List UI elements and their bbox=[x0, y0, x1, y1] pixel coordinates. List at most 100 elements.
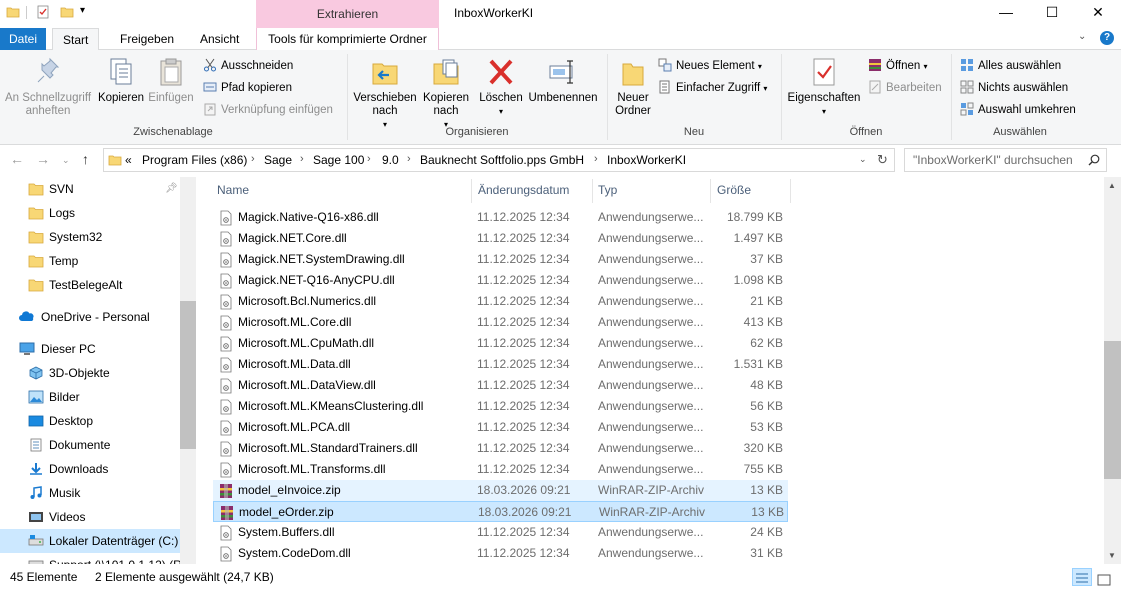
file-row[interactable]: System.CodeDom.dll 11.12.2025 12:34 Anwend… bbox=[213, 543, 788, 564]
address-dropdown-icon[interactable]: ⌄ bbox=[859, 154, 867, 165]
properties-button[interactable]: Eigenschaften ▾ bbox=[784, 56, 864, 118]
file-row[interactable]: Microsoft.ML.Data.dll 11.12.2025 12:34 Anw… bbox=[213, 354, 788, 375]
column-header-name[interactable]: Name bbox=[212, 177, 470, 203]
file-row[interactable]: Microsoft.ML.StandardTrainers.dll 11.12.2… bbox=[213, 438, 788, 459]
properties-icon[interactable] bbox=[36, 5, 50, 19]
file-row[interactable]: Magick.NET.Core.dll 11.12.2025 12:34 Anwen… bbox=[213, 228, 788, 249]
pin-icon[interactable]: 📌︎ bbox=[165, 177, 178, 201]
easy-access-button[interactable]: Einfacher Zugriff ▾ bbox=[658, 78, 767, 98]
divider[interactable] bbox=[471, 179, 472, 203]
copy-button[interactable]: Kopieren bbox=[96, 56, 146, 105]
search-box[interactable] bbox=[904, 148, 1107, 172]
scroll-down-icon[interactable]: ▼ bbox=[1108, 551, 1116, 560]
move-to-button[interactable]: Verschieben nach ▾ bbox=[352, 56, 418, 131]
back-arrow-icon[interactable]: ← bbox=[10, 151, 24, 167]
file-list-scroll-thumb[interactable] bbox=[1104, 341, 1121, 479]
nav-item-support-drive[interactable]: Support (\\101.0.1.12) (R:) bbox=[0, 553, 189, 564]
nav-item-videos[interactable]: Videos bbox=[0, 505, 180, 529]
file-row[interactable]: Magick.NET-Q16-AnyCPU.dll 11.12.2025 12:3… bbox=[213, 270, 788, 291]
cut-button[interactable]: Ausschneiden bbox=[203, 56, 293, 76]
nav-item-dokumente[interactable]: Dokumente bbox=[0, 433, 180, 457]
nav-item-svn[interactable]: SVN 📌︎ bbox=[0, 177, 180, 201]
address-overflow[interactable]: « bbox=[125, 153, 132, 167]
chevron-right-icon[interactable]: › bbox=[300, 153, 304, 165]
file-row[interactable]: model_eInvoice.zip 18.03.2026 09:21 WinRAR… bbox=[213, 480, 788, 501]
pin-quick-access-button[interactable]: An Schnellzugriff anheften bbox=[2, 56, 94, 118]
search-icon[interactable] bbox=[1088, 154, 1100, 166]
help-icon[interactable]: ? bbox=[1100, 31, 1114, 45]
close-button[interactable]: ✕ bbox=[1075, 0, 1121, 26]
crumb-9-0[interactable]: 9.0 bbox=[382, 153, 399, 167]
nav-item-bilder[interactable]: Bilder bbox=[0, 385, 180, 409]
copy-path-button[interactable]: Pfad kopieren bbox=[203, 78, 292, 98]
new-folder-icon[interactable] bbox=[60, 5, 74, 19]
nav-scrollbar[interactable] bbox=[180, 177, 196, 564]
tab-tools-compressed[interactable]: Tools für komprimierte Ordner bbox=[256, 28, 439, 50]
details-view-icon[interactable] bbox=[1072, 568, 1092, 586]
file-row[interactable]: Microsoft.Bcl.Numerics.dll 11.12.2025 12:… bbox=[213, 291, 788, 312]
tab-ansicht[interactable]: Ansicht bbox=[190, 28, 249, 50]
forward-arrow-icon[interactable]: → bbox=[36, 151, 50, 167]
file-row[interactable]: Microsoft.ML.Core.dll 11.12.2025 12:34 Anw… bbox=[213, 312, 788, 333]
nav-scroll-thumb[interactable] bbox=[180, 301, 196, 449]
column-header-type[interactable]: Typ bbox=[593, 177, 709, 203]
minimize-button[interactable]: — bbox=[983, 0, 1029, 26]
nav-item-downloads[interactable]: Downloads bbox=[0, 457, 180, 481]
chevron-right-icon[interactable]: › bbox=[407, 153, 411, 165]
search-input[interactable] bbox=[905, 149, 1083, 171]
maximize-button[interactable]: ☐ bbox=[1029, 0, 1075, 26]
nav-item-desktop[interactable]: Desktop bbox=[0, 409, 180, 433]
file-row[interactable]: Microsoft.ML.KMeansClustering.dll 11.12.2… bbox=[213, 396, 788, 417]
select-none-button[interactable]: Nichts auswählen bbox=[960, 78, 1068, 98]
file-list-scrollbar[interactable]: ▲ ▼ bbox=[1104, 177, 1121, 564]
up-arrow-icon[interactable]: ↑ bbox=[82, 151, 89, 167]
qat-customize-icon[interactable]: ▾ bbox=[80, 5, 85, 16]
file-row[interactable]: Magick.NET.SystemDrawing.dll 11.12.2025 1… bbox=[213, 249, 788, 270]
collapse-ribbon-icon[interactable]: ⌄ bbox=[1078, 31, 1086, 42]
crumb-bauknecht[interactable]: Bauknecht Softfolio.pps GmbH bbox=[420, 153, 584, 167]
invert-selection-button[interactable]: Auswahl umkehren bbox=[960, 100, 1076, 120]
select-all-button[interactable]: Alles auswählen bbox=[960, 56, 1061, 76]
file-row[interactable]: Microsoft.ML.PCA.dll 11.12.2025 12:34 Anwe… bbox=[213, 417, 788, 438]
edit-button[interactable]: Bearbeiten bbox=[868, 78, 942, 98]
nav-item-onedrive[interactable]: OneDrive - Personal bbox=[0, 305, 180, 329]
nav-item-logs[interactable]: Logs bbox=[0, 201, 180, 225]
crumb-sage-100[interactable]: Sage 100 bbox=[313, 153, 364, 167]
file-row[interactable]: System.Buffers.dll 11.12.2025 12:34 Anwend… bbox=[213, 522, 788, 543]
file-row[interactable]: Magick.Native-Q16-x86.dll 11.12.2025 12:3… bbox=[213, 207, 788, 228]
tab-start[interactable]: Start bbox=[52, 28, 100, 51]
address-bar[interactable]: « Program Files (x86) › Sage › Sage 100 … bbox=[103, 148, 895, 172]
chevron-right-icon[interactable]: › bbox=[367, 153, 371, 165]
nav-item-dieser-pc[interactable]: Dieser PC bbox=[0, 337, 180, 361]
crumb-program-files[interactable]: Program Files (x86) bbox=[142, 153, 247, 167]
chevron-right-icon[interactable]: › bbox=[251, 153, 255, 165]
large-icons-view-icon[interactable] bbox=[1097, 570, 1111, 586]
nav-item-temp[interactable]: Temp bbox=[0, 249, 180, 273]
rename-button[interactable]: Umbenennen bbox=[526, 56, 600, 105]
tab-freigeben[interactable]: Freigeben bbox=[110, 28, 184, 50]
crumb-inboxworkerki[interactable]: InboxWorkerKI bbox=[607, 153, 686, 167]
chevron-right-icon[interactable]: › bbox=[594, 153, 598, 165]
scroll-up-icon[interactable]: ▲ bbox=[1108, 181, 1116, 190]
nav-item-testbelegealt[interactable]: TestBelegeAlt bbox=[0, 273, 180, 297]
tab-datei[interactable]: Datei bbox=[0, 28, 46, 50]
paste-shortcut-button[interactable]: Verknüpfung einfügen bbox=[203, 100, 333, 120]
divider[interactable] bbox=[710, 179, 711, 203]
nav-item-3d-objekte[interactable]: 3D-Objekte bbox=[0, 361, 180, 385]
copy-to-button[interactable]: Kopieren nach ▾ bbox=[418, 56, 474, 131]
delete-button[interactable]: Löschen ▾ bbox=[476, 56, 526, 118]
crumb-sage[interactable]: Sage bbox=[264, 153, 292, 167]
open-button[interactable]: Öffnen ▾ bbox=[868, 56, 928, 76]
file-row[interactable]: Microsoft.ML.Transforms.dll 11.12.2025 12… bbox=[213, 459, 788, 480]
nav-item-lokaler-datentraeger[interactable]: Lokaler Datenträger (C:) bbox=[0, 529, 180, 553]
new-folder-button[interactable]: Neuer Ordner bbox=[610, 56, 656, 118]
file-row[interactable]: Microsoft.ML.DataView.dll 11.12.2025 12:3… bbox=[213, 375, 788, 396]
file-row[interactable]: Microsoft.ML.CpuMath.dll 11.12.2025 12:34… bbox=[213, 333, 788, 354]
nav-item-system32[interactable]: System32 bbox=[0, 225, 180, 249]
refresh-icon[interactable]: ↻ bbox=[877, 152, 888, 168]
column-header-size[interactable]: Größe bbox=[712, 177, 789, 203]
paste-button[interactable]: Einfügen bbox=[146, 56, 196, 105]
file-row[interactable]: model_eOrder.zip 18.03.2026 09:21 WinRAR-Z… bbox=[213, 501, 788, 522]
nav-item-musik[interactable]: Musik bbox=[0, 481, 180, 505]
new-item-button[interactable]: Neues Element ▾ bbox=[658, 56, 762, 76]
